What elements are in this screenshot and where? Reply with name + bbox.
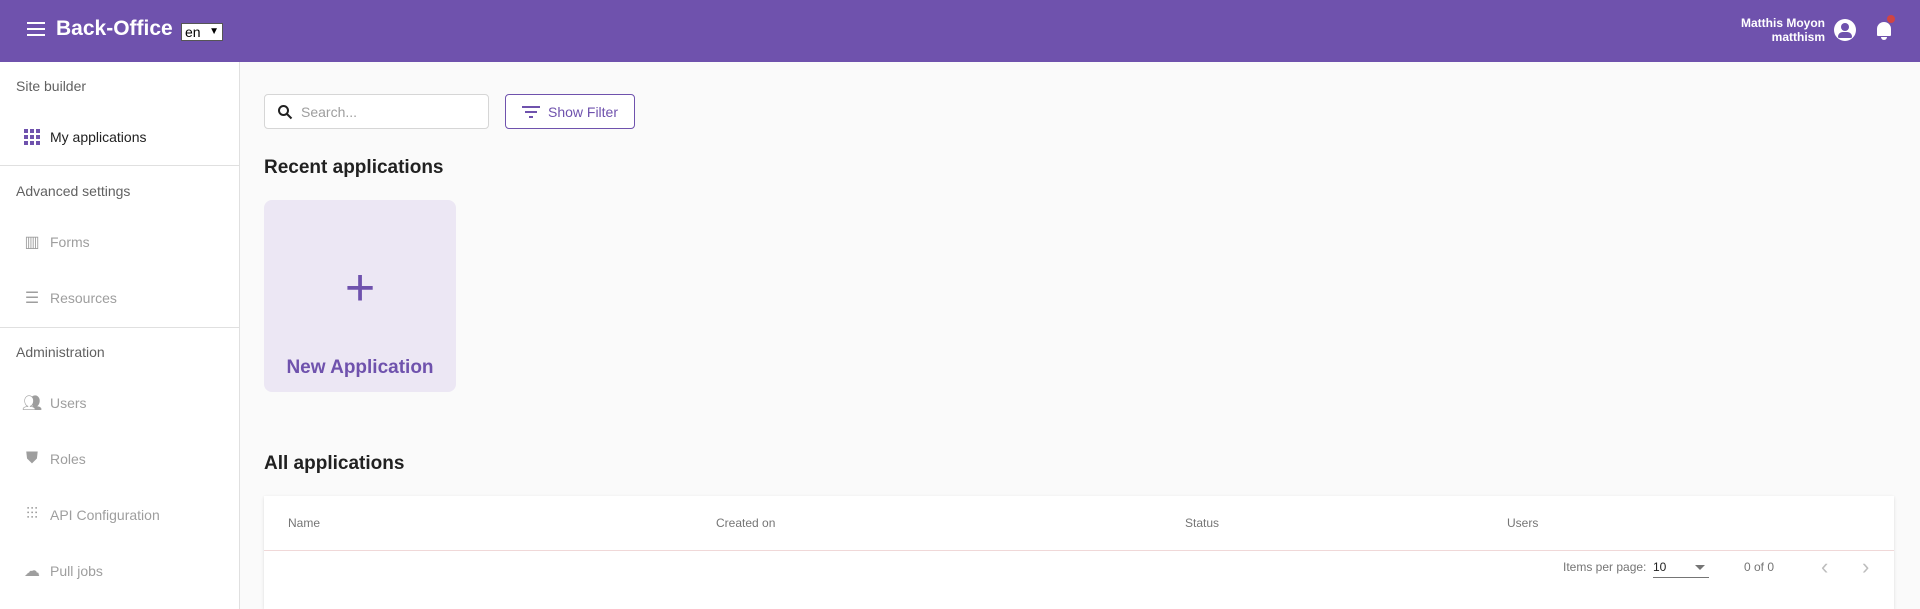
dropdown-arrow-icon [1695,565,1705,570]
language-select[interactable]: en ▼ [181,23,223,41]
sidebar-item-my-applications[interactable]: My applications [0,117,239,157]
sidebar-item-label: My applications [50,129,147,145]
sidebar-item-pull-jobs[interactable]: ☁ Pull jobs [0,551,239,591]
sidebar-item-resources[interactable]: ☰ Resources [0,278,239,318]
notification-bell-icon[interactable] [1876,15,1895,40]
new-application-card[interactable]: + New Application [264,200,456,392]
recent-applications-title: Recent applications [264,157,444,178]
table-header: Name Created on Status Users [264,496,1894,551]
language-value: en [185,24,201,40]
chevron-down-icon: ▼ [209,26,219,37]
account-icon[interactable] [1834,19,1856,41]
show-filter-label: Show Filter [547,103,619,120]
sliders-icon: ⫶⫶⫶ [25,506,38,523]
user-info: Matthis Moyon matthism [1741,16,1825,44]
all-applications-title: All applications [264,453,405,474]
column-created-on[interactable]: Created on [716,516,775,530]
divider [0,165,239,166]
column-name[interactable]: Name [288,516,320,530]
show-filter-button[interactable]: Show Filter [505,94,635,129]
sidebar-item-label: Pull jobs [50,563,103,579]
cloud-download-icon: ☁ [24,563,40,580]
sidebar: Site builder My applications Advanced se… [0,62,240,609]
people-icon: 👥︎ [21,395,43,412]
new-application-label: New Application [286,357,434,378]
sidebar-item-label: Users [50,395,87,411]
next-page-button[interactable]: › [1862,554,1869,580]
user-name: Matthis Moyon [1741,16,1825,30]
sidebar-item-roles[interactable]: ⛊ Roles [0,439,239,479]
column-status[interactable]: Status [1185,516,1219,530]
items-per-page-value: 10 [1653,560,1667,574]
sidebar-item-forms[interactable]: ▥ Forms [0,222,239,262]
search-input[interactable] [301,103,481,120]
bar-chart-icon: ▥ [24,234,40,251]
section-site-builder: Site builder [16,78,87,94]
items-per-page-label: Items per page: [1563,560,1647,574]
sidebar-item-label: Resources [50,290,117,306]
storage-icon: ☰ [24,290,40,307]
sidebar-item-label: API Configuration [50,507,160,523]
top-bar: Back-Office en ▼ Matthis Moyon matthism [0,0,1920,62]
sidebar-item-users[interactable]: 👥︎ Users [0,383,239,423]
section-advanced-settings: Advanced settings [16,183,131,199]
section-administration: Administration [16,344,105,360]
previous-page-button[interactable]: ‹ [1821,554,1828,580]
applications-table: Name Created on Status Users Items per p… [264,496,1894,609]
page-range: 0 of 0 [1744,560,1775,574]
menu-icon[interactable] [27,22,45,36]
apps-grid-icon [22,127,42,147]
divider [0,327,239,328]
shield-user-icon: ⛊ [25,450,38,467]
search-field[interactable] [264,94,489,129]
sidebar-item-label: Forms [50,234,90,250]
notification-badge [1887,15,1895,23]
app-title: Back-Office [56,17,173,40]
sidebar-item-api-configuration[interactable]: ⫶⫶⫶ API Configuration [0,495,239,535]
filter-icon [521,105,540,118]
column-users[interactable]: Users [1507,516,1538,530]
user-login: matthism [1771,30,1825,44]
items-per-page-select[interactable]: 10 [1653,554,1709,578]
sidebar-item-label: Roles [50,451,86,467]
plus-icon: + [344,259,376,317]
search-icon [278,104,293,119]
